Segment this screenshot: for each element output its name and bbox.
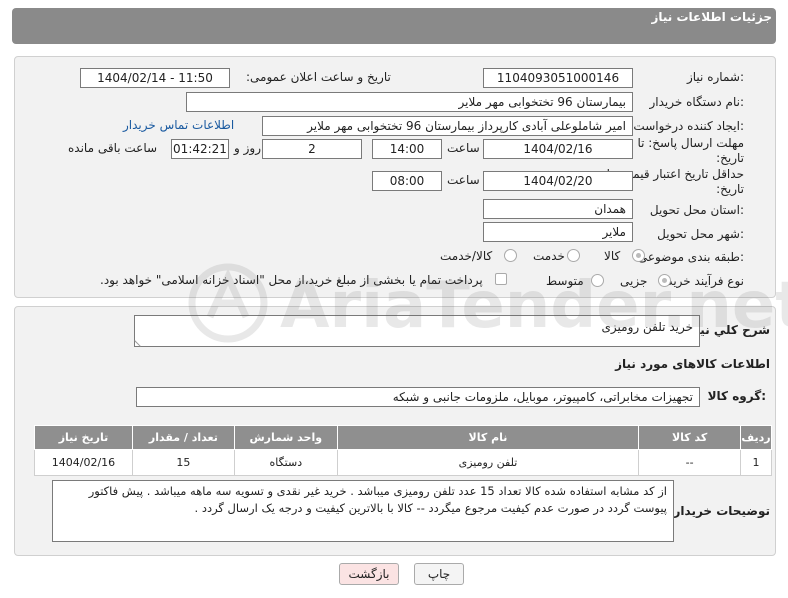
category-goods-label: کالا <box>604 249 621 263</box>
days-label: روز و <box>234 141 261 155</box>
category-label: طبقه بندی موضوعی: <box>637 250 744 264</box>
days-field: 2 <box>262 139 362 159</box>
table-header-row: ردیف کد کالا نام کالا واحد شمارش تعداد /… <box>34 425 772 450</box>
row-code-cell: -- <box>638 449 742 476</box>
creator-field: امیر شاملوعلی آبادی کارپرداز بیمارستان 9… <box>262 116 633 136</box>
col-unit-header: واحد شمارش <box>233 425 338 450</box>
announce-field: 1404/02/14 - 11:50 <box>80 68 230 88</box>
row-qty-cell: 15 <box>131 449 235 476</box>
city-label: شهر محل تحویل: <box>657 227 744 241</box>
col-row-header: ردیف <box>740 425 772 450</box>
province-label: استان محل تحویل: <box>649 203 744 217</box>
buyer-contact-link[interactable]: اطلاعات تماس خریدار <box>123 118 234 132</box>
description-field[interactable]: خرید تلفن رومیزی <box>134 315 700 347</box>
deadline-time-field: 14:00 <box>372 139 442 159</box>
back-button[interactable]: بازگشت <box>339 563 399 585</box>
announce-label: تاریخ و ساعت اعلان عمومی: <box>246 70 391 84</box>
deadline-time-label: ساعت <box>447 141 480 155</box>
col-code-header: کد کالا <box>638 425 742 450</box>
goods-group-label: گروه کالا: <box>707 389 766 403</box>
goods-info-title: اطلاعات کالاهای مورد نیاز <box>615 357 770 371</box>
city-field: ملایر <box>483 222 633 242</box>
need-number-label: شماره نیاز: <box>686 70 744 84</box>
treasury-payment-note: پرداخت تمام یا بخشی از مبلغ خرید،از محل … <box>100 273 483 287</box>
buyer-org-field: بیمارستان 96 تختخوابی مهر ملایر <box>186 92 633 112</box>
treasury-payment-checkbox[interactable] <box>495 273 507 285</box>
price-validity-time-field: 08:00 <box>372 171 442 191</box>
col-qty-header: تعداد / مقدار <box>131 425 235 450</box>
process-medium-radio[interactable] <box>591 274 604 287</box>
row-unit-cell: دستگاه <box>233 449 338 476</box>
col-name-header: نام کالا <box>336 425 640 450</box>
process-minor-label: جزیی <box>620 274 648 288</box>
row-index-cell: 1 <box>740 449 772 476</box>
need-number-field: 1104093051000146 <box>483 68 633 88</box>
row-name-cell: تلفن رومیزی <box>336 449 640 476</box>
row-date-cell: 1404/02/16 <box>34 449 133 476</box>
buyer-notes-field[interactable]: از کد مشابه استفاده شده کالا تعداد 15 عد… <box>52 480 674 542</box>
category-goods-radio[interactable] <box>632 249 645 262</box>
province-field: همدان <box>483 199 633 219</box>
remaining-time-field: 01:42:21 <box>171 139 229 159</box>
process-minor-radio[interactable] <box>658 274 671 287</box>
category-both-radio[interactable] <box>504 249 517 262</box>
price-validity-date-field: 1404/02/20 <box>483 171 633 191</box>
deadline-label-text: مهلت ارسال پاسخ: تا تاریخ: <box>637 136 744 165</box>
process-medium-label: متوسط <box>546 274 584 288</box>
buyer-notes-label: توضیحات خریدار: <box>668 504 770 518</box>
items-table: ردیف کد کالا نام کالا واحد شمارش تعداد /… <box>34 425 772 476</box>
category-service-label: خدمت <box>533 249 565 263</box>
print-button[interactable]: چاپ <box>414 563 464 585</box>
buyer-org-label: نام دستگاه خریدار: <box>649 95 745 109</box>
table-row: 1 -- تلفن رومیزی دستگاه 15 1404/02/16 <box>34 449 772 476</box>
deadline-date-field: 1404/02/16 <box>483 139 633 159</box>
goods-group-field: تجهیزات مخابراتی، کامپیوتر، موبایل، ملزو… <box>136 387 700 407</box>
category-service-radio[interactable] <box>567 249 580 262</box>
price-validity-time-label: ساعت <box>447 173 480 187</box>
deadline-label: مهلت ارسال پاسخ: تا تاریخ: <box>614 136 744 166</box>
remaining-label: ساعت باقی مانده <box>68 141 158 155</box>
page-title: جزئیات اطلاعات نیاز <box>651 10 772 24</box>
col-date-header: تاریخ نیاز <box>34 425 133 450</box>
category-both-label: کالا/خدمت <box>440 249 493 263</box>
creator-label: ایجاد کننده درخواست: <box>633 119 744 133</box>
process-label: نوع فرآیند خرید : <box>659 274 744 288</box>
items-table-wrapper: ردیف کد کالا نام کالا واحد شمارش تعداد /… <box>34 425 772 476</box>
